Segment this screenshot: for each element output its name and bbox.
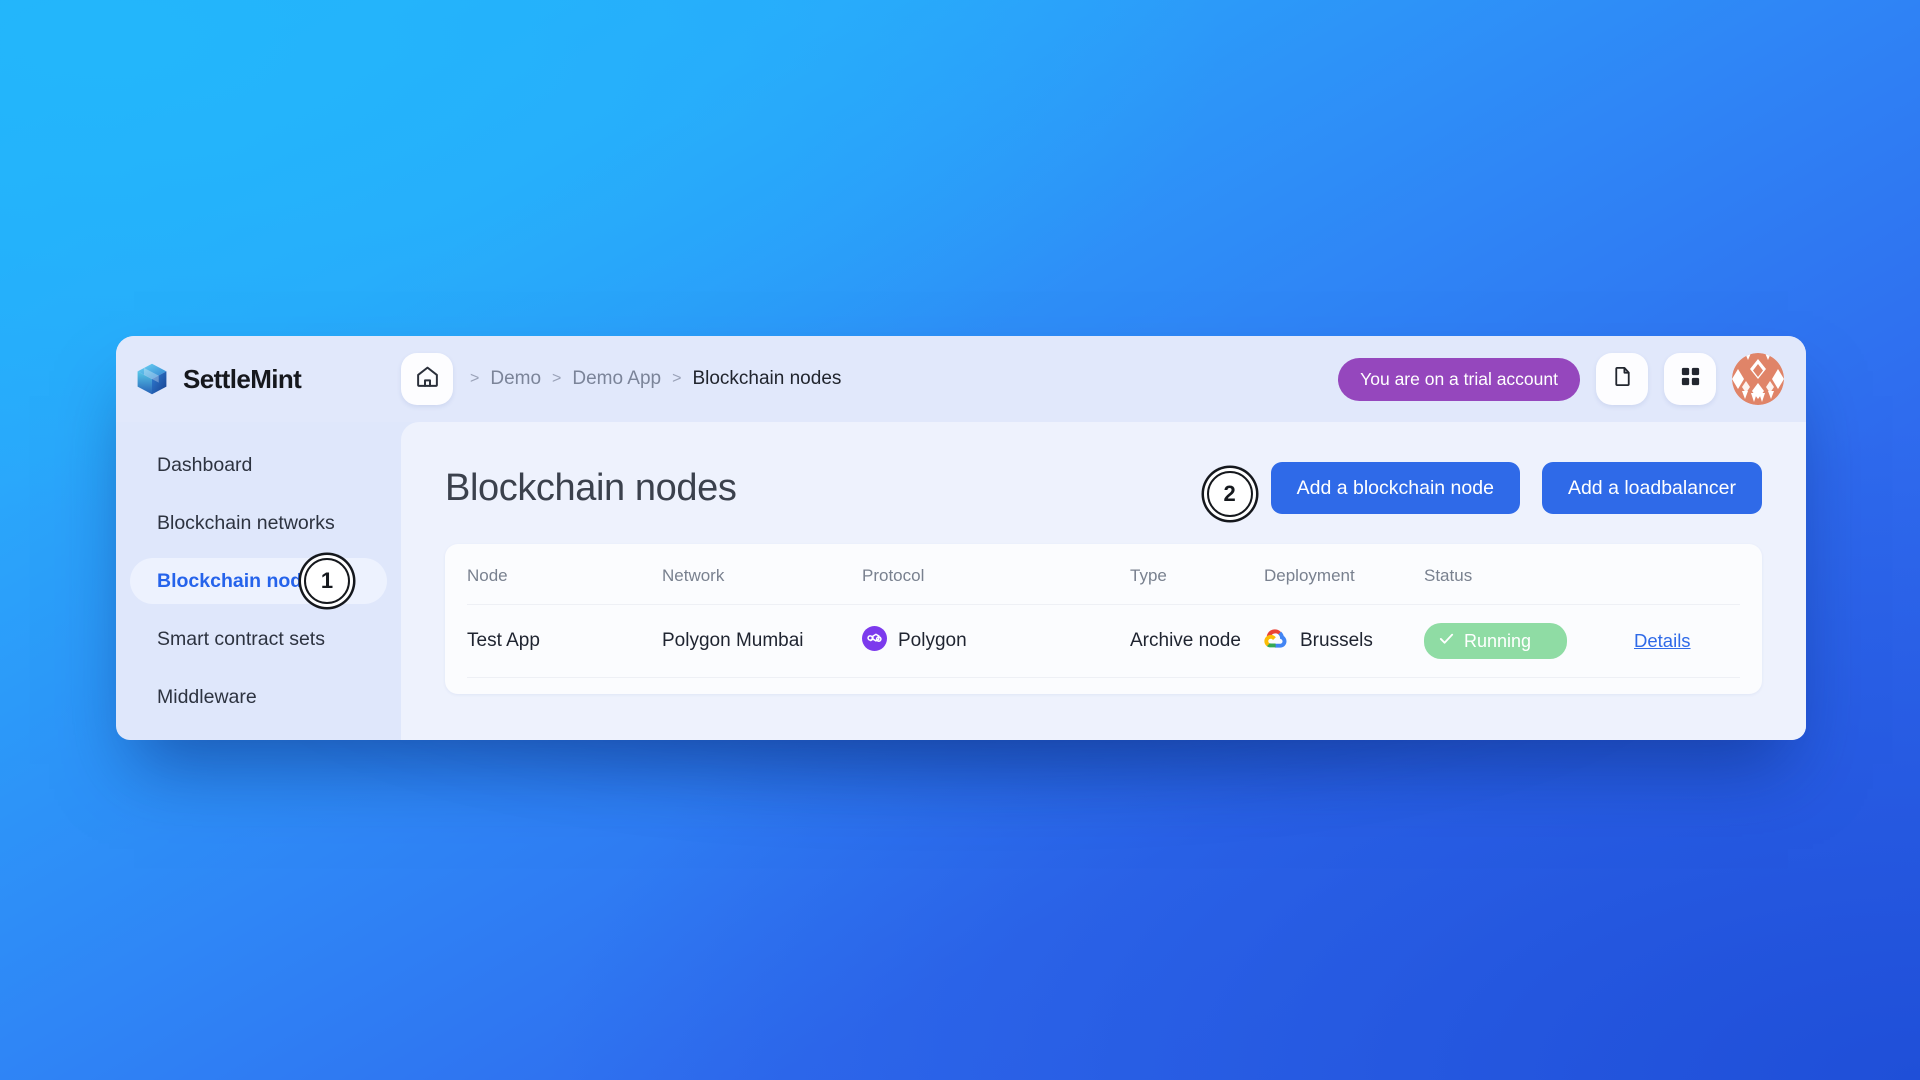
column-header-deployment[interactable]: Deployment (1264, 544, 1424, 605)
breadcrumb-item-demo[interactable]: Demo (490, 368, 541, 390)
table-header-row: Node Network Protocol Type Deployment St… (467, 544, 1740, 605)
add-loadbalancer-button[interactable]: Add a loadbalancer (1541, 462, 1762, 514)
page-title: Blockchain nodes (445, 466, 737, 509)
check-icon (1438, 630, 1455, 652)
avatar[interactable] (1732, 353, 1784, 405)
breadcrumb-separator: > (552, 370, 562, 387)
details-link[interactable]: Details (1634, 630, 1691, 651)
document-icon (1611, 365, 1634, 393)
column-header-type[interactable]: Type (1130, 544, 1264, 605)
brand-name: SettleMint (183, 363, 302, 394)
cube-logo-icon (134, 361, 170, 397)
annotation-badge-1: 1 (304, 558, 350, 604)
grid-apps-icon (1679, 365, 1702, 393)
sidebar-item-label: Blockchain networks (157, 511, 335, 534)
breadcrumb-separator: > (470, 370, 480, 387)
nodes-table-card: Node Network Protocol Type Deployment St… (445, 544, 1762, 694)
sidebar-item-label: Smart contract sets (157, 627, 325, 650)
main-content: Blockchain nodes 2 Add a blockchain node… (401, 422, 1806, 740)
table-row[interactable]: Test App Polygon Mumbai Polygon Archive … (467, 604, 1740, 678)
user-avatar-identicon (1732, 353, 1784, 405)
table-body: Test App Polygon Mumbai Polygon Archive … (467, 604, 1740, 678)
sidebar: Dashboard Blockchain networks Blockchain… (116, 422, 401, 740)
column-header-node[interactable]: Node (467, 544, 662, 605)
app-window: SettleMint > Demo > Demo App > Blockchai… (116, 336, 1806, 740)
sidebar-item-label: Middleware (157, 685, 257, 708)
column-header-network[interactable]: Network (662, 544, 862, 605)
cell-protocol: Polygon (862, 604, 1130, 678)
sidebar-item-smart-contract-sets[interactable]: Smart contract sets (130, 616, 387, 662)
brand[interactable]: SettleMint (116, 361, 401, 397)
top-bar-actions: You are on a trial account (1338, 353, 1806, 405)
annotation-badge-2: 2 (1206, 471, 1253, 517)
sidebar-item-middleware[interactable]: Middleware (130, 674, 387, 720)
cell-actions: Details (1634, 604, 1740, 678)
sidebar-item-blockchain-nodes[interactable]: Blockchain nodes 1 (130, 558, 387, 604)
cell-type: Archive node (1130, 604, 1264, 678)
cell-node: Test App (467, 604, 662, 678)
sidebar-item-label: Dashboard (157, 453, 253, 476)
documentation-button[interactable] (1596, 353, 1648, 405)
table-head: Node Network Protocol Type Deployment St… (467, 544, 1740, 605)
sidebar-item-dashboard[interactable]: Dashboard (130, 442, 387, 488)
sidebar-item-blockchain-networks[interactable]: Blockchain networks (130, 500, 387, 546)
google-cloud-icon (1264, 626, 1289, 657)
column-header-status[interactable]: Status (1424, 544, 1634, 605)
sidebar-item-label: Blockchain nodes (157, 569, 324, 592)
column-header-actions (1634, 544, 1740, 605)
trial-account-badge[interactable]: You are on a trial account (1338, 357, 1580, 401)
cell-deployment: Brussels (1264, 604, 1424, 678)
nodes-table: Node Network Protocol Type Deployment St… (467, 544, 1740, 678)
window-body: Dashboard Blockchain networks Blockchain… (116, 422, 1806, 740)
top-bar: SettleMint > Demo > Demo App > Blockchai… (116, 336, 1806, 422)
breadcrumb-item-current[interactable]: Blockchain nodes (692, 368, 841, 390)
home-button[interactable] (401, 353, 453, 405)
breadcrumb-item-demo-app[interactable]: Demo App (572, 368, 661, 390)
cell-protocol-label: Polygon (898, 630, 967, 651)
home-icon (415, 364, 440, 394)
column-header-protocol[interactable]: Protocol (862, 544, 1130, 605)
cell-deployment-label: Brussels (1300, 630, 1373, 651)
add-blockchain-node-button[interactable]: Add a blockchain node (1270, 462, 1520, 514)
page-actions: 2 Add a blockchain node Add a loadbalanc… (1206, 462, 1762, 517)
polygon-icon (862, 625, 887, 657)
status-label: Running (1464, 630, 1532, 651)
apps-grid-button[interactable] (1664, 353, 1716, 405)
page-header: Blockchain nodes 2 Add a blockchain node… (445, 462, 1762, 517)
status-badge: Running (1424, 623, 1567, 659)
cell-status: Running (1424, 604, 1634, 678)
breadcrumb-separator: > (672, 370, 682, 387)
cell-network: Polygon Mumbai (662, 604, 862, 678)
breadcrumb: > Demo > Demo App > Blockchain nodes (470, 368, 841, 390)
